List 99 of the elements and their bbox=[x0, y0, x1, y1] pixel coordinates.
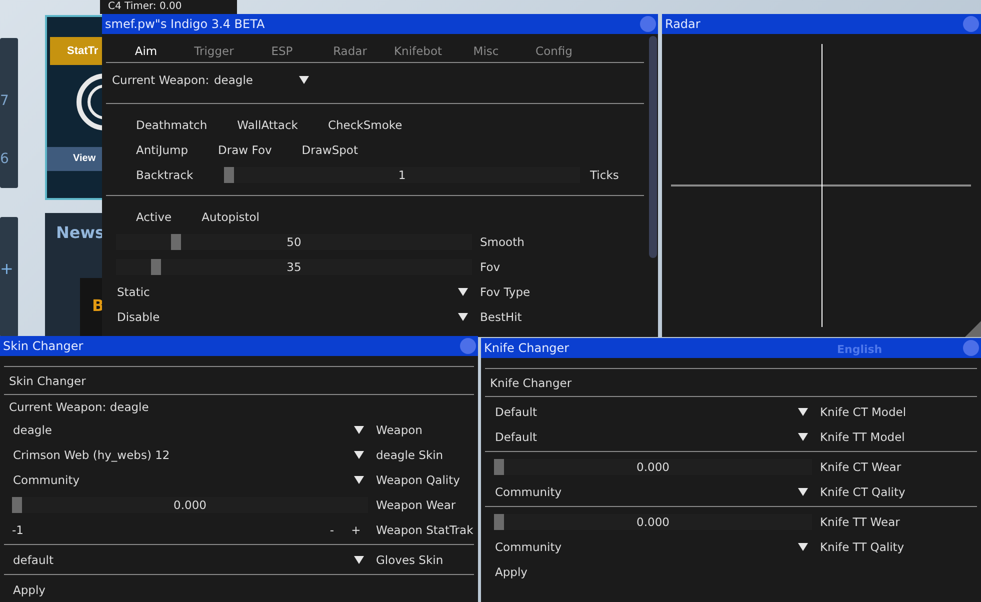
dropdown-arrow-icon bbox=[354, 450, 364, 458]
setting-label: Knife CT Qality bbox=[820, 484, 906, 498]
window-title: Radar bbox=[665, 17, 700, 31]
dropdown[interactable]: Disable bbox=[116, 310, 472, 324]
tab[interactable]: Aim bbox=[112, 44, 180, 58]
slider-value: 50 bbox=[286, 234, 302, 248]
window-title: smef.pw"s Indigo 3.4 BETA bbox=[105, 17, 265, 31]
slider-thumb[interactable] bbox=[150, 258, 161, 274]
c4-timer: C4 Timer: 0.00 bbox=[100, 0, 237, 14]
slider-thumb[interactable] bbox=[224, 166, 234, 182]
close-button[interactable] bbox=[640, 16, 656, 32]
option-label[interactable]: CheckSmoke bbox=[328, 118, 402, 132]
tab[interactable]: Radar bbox=[316, 44, 384, 58]
dropdown[interactable]: Static bbox=[116, 284, 472, 298]
side-number: 7 bbox=[0, 93, 9, 109]
setting-label: Knife CT Wear bbox=[820, 460, 902, 474]
tab[interactable]: ESP bbox=[248, 44, 316, 58]
section-heading: Knife Changer bbox=[490, 376, 572, 390]
emblem-icon bbox=[75, 72, 105, 132]
close-button[interactable] bbox=[963, 340, 979, 356]
tab[interactable]: Config bbox=[520, 44, 588, 58]
slider-value: 1 bbox=[398, 168, 406, 182]
weapon-dropdown[interactable]: deagle bbox=[213, 73, 313, 87]
section-heading: Skin Changer bbox=[9, 374, 86, 388]
option-label[interactable]: DrawSpot bbox=[302, 142, 358, 156]
tab[interactable]: Trigger bbox=[180, 44, 248, 58]
setting-label: Knife CT Model bbox=[820, 404, 906, 418]
setting-label: Knife TT Wear bbox=[820, 514, 900, 528]
setting-label: Weapon bbox=[376, 422, 422, 436]
apply-button[interactable]: Apply bbox=[494, 564, 528, 578]
option-label[interactable]: AntiJump bbox=[136, 142, 188, 156]
slider-track[interactable]: 50 bbox=[116, 234, 472, 250]
option-label[interactable]: Deathmatch bbox=[136, 118, 208, 132]
dropdown[interactable]: deagle bbox=[12, 422, 368, 436]
setting-label: Weapon Wear bbox=[376, 498, 456, 512]
setting-label: BestHit bbox=[480, 310, 522, 324]
dropdown-arrow-icon bbox=[458, 288, 468, 296]
slider-label: Backtrack bbox=[136, 168, 194, 182]
dropdown[interactable]: Default bbox=[494, 430, 812, 444]
dropdown-arrow-icon bbox=[299, 76, 309, 84]
plus-label: + bbox=[0, 259, 14, 278]
setting-label: Smooth bbox=[480, 234, 524, 248]
language-label: English bbox=[837, 343, 882, 356]
news-title: News bbox=[56, 223, 105, 242]
window-title: Skin Changer bbox=[3, 339, 84, 353]
option-label[interactable]: Autopistol bbox=[202, 210, 260, 224]
dropdown[interactable]: Community bbox=[12, 472, 368, 486]
close-button[interactable] bbox=[460, 338, 476, 354]
setting-label: Fov Type bbox=[480, 284, 530, 298]
slider-value: 35 bbox=[286, 260, 302, 274]
dropdown[interactable]: Crimson Web (hy_webs) 12 bbox=[12, 448, 368, 462]
side-number: 6 bbox=[0, 151, 9, 167]
weapon-info: Current Weapon: deagle bbox=[9, 400, 149, 414]
dropdown-arrow-icon bbox=[354, 476, 364, 484]
setting-label: Knife TT Qality bbox=[820, 540, 904, 554]
slider-track[interactable]: 0.000 bbox=[494, 514, 812, 530]
slider-thumb[interactable] bbox=[171, 234, 182, 250]
slider-thumb[interactable] bbox=[494, 458, 504, 474]
slider-track[interactable]: 0.000 bbox=[494, 458, 812, 474]
setting-label: Ticks bbox=[590, 168, 619, 182]
window-title: Knife Changer bbox=[484, 341, 570, 355]
dropdown[interactable]: Default bbox=[494, 404, 812, 418]
tab[interactable]: Knifebot bbox=[384, 44, 452, 58]
option-label[interactable]: Draw Fov bbox=[218, 142, 272, 156]
setting-label: Knife TT Model bbox=[820, 430, 905, 444]
increment-button[interactable]: + bbox=[344, 522, 368, 536]
dropdown[interactable]: Community bbox=[494, 484, 812, 498]
decrement-button[interactable]: - bbox=[320, 522, 344, 536]
dropdown-arrow-icon bbox=[798, 408, 808, 416]
close-button[interactable] bbox=[963, 16, 979, 32]
tab[interactable]: Misc bbox=[452, 44, 520, 58]
slider-track[interactable]: 1 bbox=[224, 166, 580, 182]
slider-track[interactable]: 35 bbox=[116, 258, 472, 274]
option-label[interactable]: Active bbox=[136, 210, 172, 224]
dropdown[interactable]: Community bbox=[494, 540, 812, 554]
dropdown-arrow-icon bbox=[354, 426, 364, 434]
slider-track[interactable]: 0.000 bbox=[12, 496, 368, 512]
dropdown-arrow-icon bbox=[798, 432, 808, 440]
setting-label: Weapon StatTrak bbox=[376, 522, 474, 536]
dropdown[interactable]: default bbox=[12, 552, 368, 566]
dropdown-arrow-icon bbox=[354, 556, 364, 564]
setting-label: Gloves Skin bbox=[376, 552, 444, 566]
option-label[interactable]: WallAttack bbox=[237, 118, 298, 132]
slider-value: 0.000 bbox=[636, 514, 670, 528]
slider-thumb[interactable] bbox=[494, 514, 504, 530]
dropdown-arrow-icon bbox=[798, 542, 808, 550]
slider-value: 0.000 bbox=[636, 460, 670, 474]
dropdown-arrow-icon bbox=[798, 488, 808, 496]
setting-label: deagle Skin bbox=[376, 448, 444, 462]
stattrak-label: StatTr bbox=[50, 37, 104, 65]
field-label: Current Weapon: bbox=[112, 73, 210, 87]
counter-value: -1 bbox=[12, 522, 24, 536]
scrollbar[interactable] bbox=[649, 36, 657, 258]
slider-value: 0.000 bbox=[174, 498, 206, 512]
setting-label: Weapon Qality bbox=[376, 472, 460, 486]
setting-label: Fov bbox=[480, 260, 500, 274]
dropdown-arrow-icon bbox=[458, 312, 468, 320]
slider-thumb[interactable] bbox=[12, 496, 22, 512]
apply-button[interactable]: Apply bbox=[12, 582, 46, 596]
